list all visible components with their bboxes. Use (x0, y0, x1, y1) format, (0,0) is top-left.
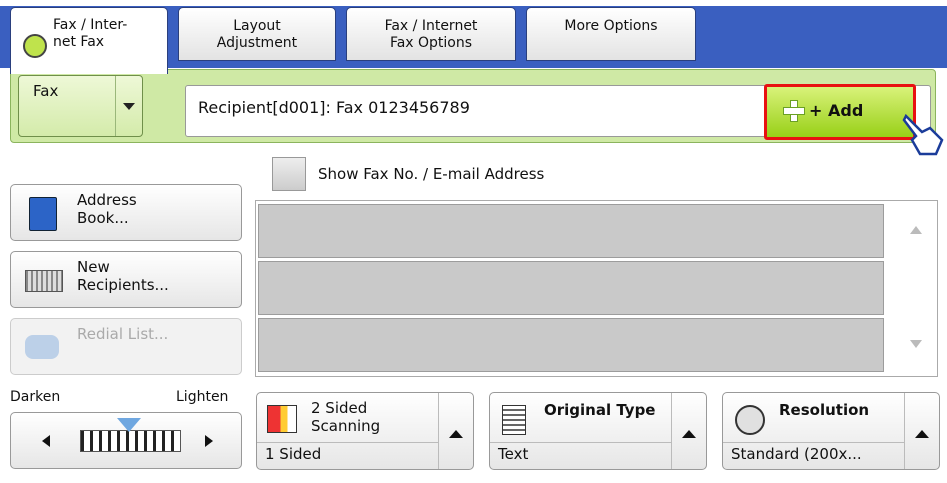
darken-label: Darken (10, 389, 61, 405)
list-item[interactable] (258, 318, 884, 372)
chevron-up-icon (449, 430, 463, 438)
telephone-icon (25, 335, 59, 359)
resolution-button[interactable]: Resolution Standard (200x... (722, 392, 940, 470)
function-value: Text (498, 445, 529, 463)
button-label: Redial List... (77, 325, 169, 343)
document-icon (502, 405, 526, 435)
address-type-value: Fax (33, 82, 59, 100)
tab-label: Layout Adjustment (216, 18, 298, 51)
list-item[interactable] (258, 204, 884, 258)
original-type-button[interactable]: Original Type Text (489, 392, 707, 470)
scroll-up-icon[interactable] (910, 226, 922, 234)
lighten-label: Lighten (176, 389, 229, 405)
two-sided-scanning-button[interactable]: 2 Sided Scanning 1 Sided (256, 392, 474, 470)
function-title: Resolution (779, 401, 870, 419)
tab-label: Fax / Internet Fax Options (384, 18, 478, 51)
lighten-arrow-icon[interactable] (205, 435, 213, 447)
tab-more-options[interactable]: More Options (526, 7, 696, 61)
chevron-up-icon (682, 430, 696, 438)
add-recipient-button[interactable]: + Add (764, 84, 916, 140)
density-scale (80, 430, 181, 452)
list-item[interactable] (258, 261, 884, 315)
darken-arrow-icon[interactable] (42, 435, 50, 447)
plus-icon (783, 100, 805, 122)
chevron-up-icon (915, 430, 929, 438)
fax-icon (23, 34, 47, 58)
address-book-icon (29, 197, 57, 231)
tab-fax-internet-fax[interactable]: Fax / Inter- net Fax (10, 7, 168, 74)
new-recipients-button[interactable]: New Recipients... (10, 251, 242, 308)
redial-list-button[interactable]: Redial List... (10, 318, 242, 375)
show-fax-label: Show Fax No. / E-mail Address (318, 165, 545, 183)
recipient-text: Recipient[d001]: Fax 0123456789 (198, 98, 470, 117)
chevron-down-icon (115, 76, 142, 136)
list-scrollbar[interactable] (886, 202, 936, 374)
address-book-button[interactable]: Address Book... (10, 184, 242, 241)
button-label: New Recipients... (77, 258, 169, 294)
two-sided-icon (267, 405, 297, 433)
keyboard-icon (25, 270, 63, 292)
function-title: Original Type (544, 401, 656, 419)
show-fax-checkbox[interactable] (272, 157, 306, 191)
pointing-hand-icon (902, 113, 944, 156)
add-label: + Add (809, 101, 864, 120)
tab-label: More Options (564, 18, 658, 34)
tab-layout-adjustment[interactable]: Layout Adjustment (178, 7, 336, 61)
function-title: 2 Sided Scanning (311, 399, 381, 435)
tab-fax-internet-fax-options[interactable]: Fax / Internet Fax Options (346, 7, 516, 61)
function-value: 1 Sided (265, 445, 322, 463)
button-label: Address Book... (77, 191, 137, 227)
scroll-down-icon[interactable] (910, 340, 922, 348)
address-type-selector[interactable]: Fax (18, 75, 143, 137)
function-value: Standard (200x... (731, 445, 862, 463)
magnifier-icon (735, 405, 765, 435)
